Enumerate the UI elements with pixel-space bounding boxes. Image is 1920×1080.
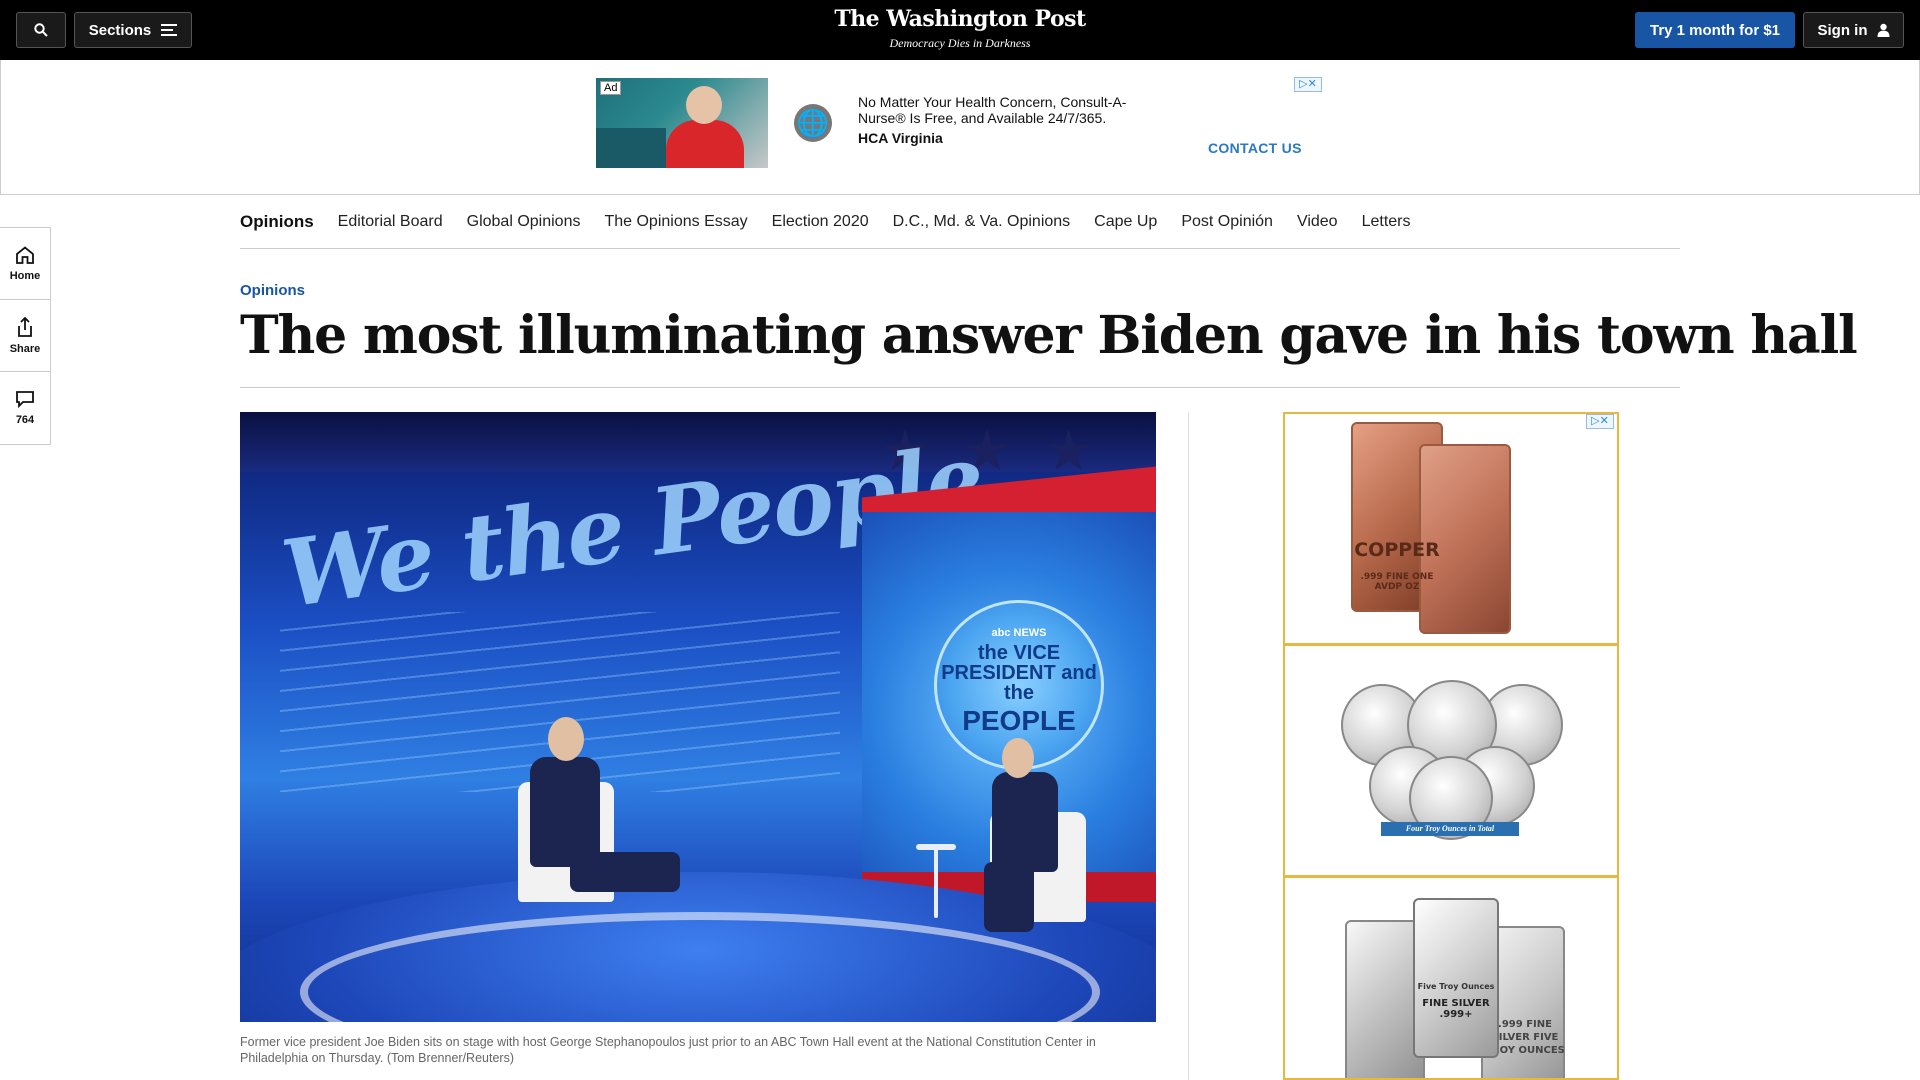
headline-divider (240, 387, 1680, 388)
top-navigation-bar: Sections The Washington Post Democracy D… (0, 0, 1920, 60)
ad-text[interactable]: No Matter Your Health Concern, Consult-A… (858, 94, 1148, 126)
sidebar-ad[interactable]: COPPER .999 FINE ONE AVDP OZ Four Troy O… (1283, 412, 1619, 1080)
person-biden (530, 757, 600, 867)
logo-text: The Washington Post (834, 6, 1086, 32)
article-lead-image[interactable]: ★ ★ ★ We the People abc NEWS the VICE PR… (240, 412, 1156, 1022)
nav-item-letters[interactable]: Letters (1362, 213, 1411, 231)
nav-item-opinions[interactable]: Opinions (240, 212, 314, 232)
seal-people: PEOPLE (962, 705, 1076, 736)
sign-in-button[interactable]: Sign in (1803, 12, 1904, 48)
comment-icon (16, 391, 34, 408)
sections-label: Sections (88, 21, 152, 39)
nav-item-video[interactable]: Video (1297, 213, 1338, 231)
ad-label: Ad (600, 81, 622, 95)
site-logo[interactable]: The Washington Post Democracy Dies in Da… (760, 6, 1160, 51)
subscribe-button[interactable]: Try 1 month for $1 (1635, 12, 1795, 48)
ad-slot-silver-coins[interactable]: Four Troy Ounces in Total (1285, 646, 1617, 878)
nav-item-global-opinions[interactable]: Global Opinions (467, 213, 581, 231)
globe-icon: 🌐 (794, 104, 832, 142)
sections-menu-button[interactable]: Sections (74, 12, 192, 48)
comments-button[interactable]: 764 (0, 372, 50, 444)
comments-count: 764 (15, 414, 35, 426)
silver-bar-weight: Five Troy Ounces (1417, 982, 1495, 991)
share-button[interactable]: Share (0, 300, 50, 372)
coins-ribbon: Four Troy Ounces in Total (1381, 822, 1519, 836)
ad-slot-silver-bars[interactable]: .999 FINE SILVER FIVE TROY OUNCES Five T… (1285, 878, 1617, 1078)
seal-title: the VICE PRESIDENT and the (941, 642, 1097, 704)
home-label: Home (9, 269, 41, 282)
sidebar-ad-choices-icon[interactable]: ▷✕ (1586, 414, 1614, 429)
home-icon (16, 245, 34, 264)
nav-item-editorial-board[interactable]: Editorial Board (338, 213, 443, 231)
opinions-section-nav: Opinions Editorial Board Global Opinions… (240, 196, 1680, 249)
column-divider (1188, 412, 1189, 1080)
article-headline: The most illuminating answer Biden gave … (240, 305, 1858, 366)
hamburger-menu-icon (161, 24, 178, 36)
top-ad-banner[interactable] (0, 60, 1920, 195)
tagline: Democracy Dies in Darkness (889, 36, 1031, 50)
ad-image[interactable] (596, 78, 768, 168)
search-icon (34, 23, 48, 37)
seal-network: abc NEWS (991, 627, 1047, 639)
nav-item-cape-up[interactable]: Cape Up (1094, 213, 1157, 231)
nav-item-opinions-essay[interactable]: The Opinions Essay (604, 213, 747, 231)
home-button[interactable]: Home (0, 228, 50, 300)
search-button[interactable] (16, 12, 66, 48)
share-icon (18, 316, 32, 337)
ad-slot-copper-bars[interactable]: COPPER .999 FINE ONE AVDP OZ (1285, 414, 1617, 646)
person-stephanopoulos (992, 772, 1058, 872)
silver-bar-label: FINE SILVER .999+ (1422, 998, 1490, 1020)
nav-item-local-opinions[interactable]: D.C., Md. & Va. Opinions (893, 213, 1071, 231)
share-label: Share (9, 342, 41, 355)
nav-item-post-opinion[interactable]: Post Opinión (1181, 213, 1273, 231)
article-kicker[interactable]: Opinions (240, 282, 305, 299)
image-caption: Former vice president Joe Biden sits on … (240, 1035, 1096, 1065)
user-icon (1877, 23, 1889, 37)
copper-bar-label: COPPER (1354, 539, 1440, 561)
ad-advertiser[interactable]: HCA Virginia (858, 130, 943, 146)
sign-in-label: Sign in (1817, 21, 1868, 39)
copper-bar-fineness: .999 FINE ONE AVDP OZ (1360, 572, 1434, 592)
ad-choices-icon[interactable]: ▷✕ (1294, 77, 1322, 92)
ad-contact-us-link[interactable]: CONTACT US (1208, 140, 1302, 156)
left-share-rail: Home Share 764 (0, 227, 51, 445)
nav-item-election-2020[interactable]: Election 2020 (772, 213, 869, 231)
